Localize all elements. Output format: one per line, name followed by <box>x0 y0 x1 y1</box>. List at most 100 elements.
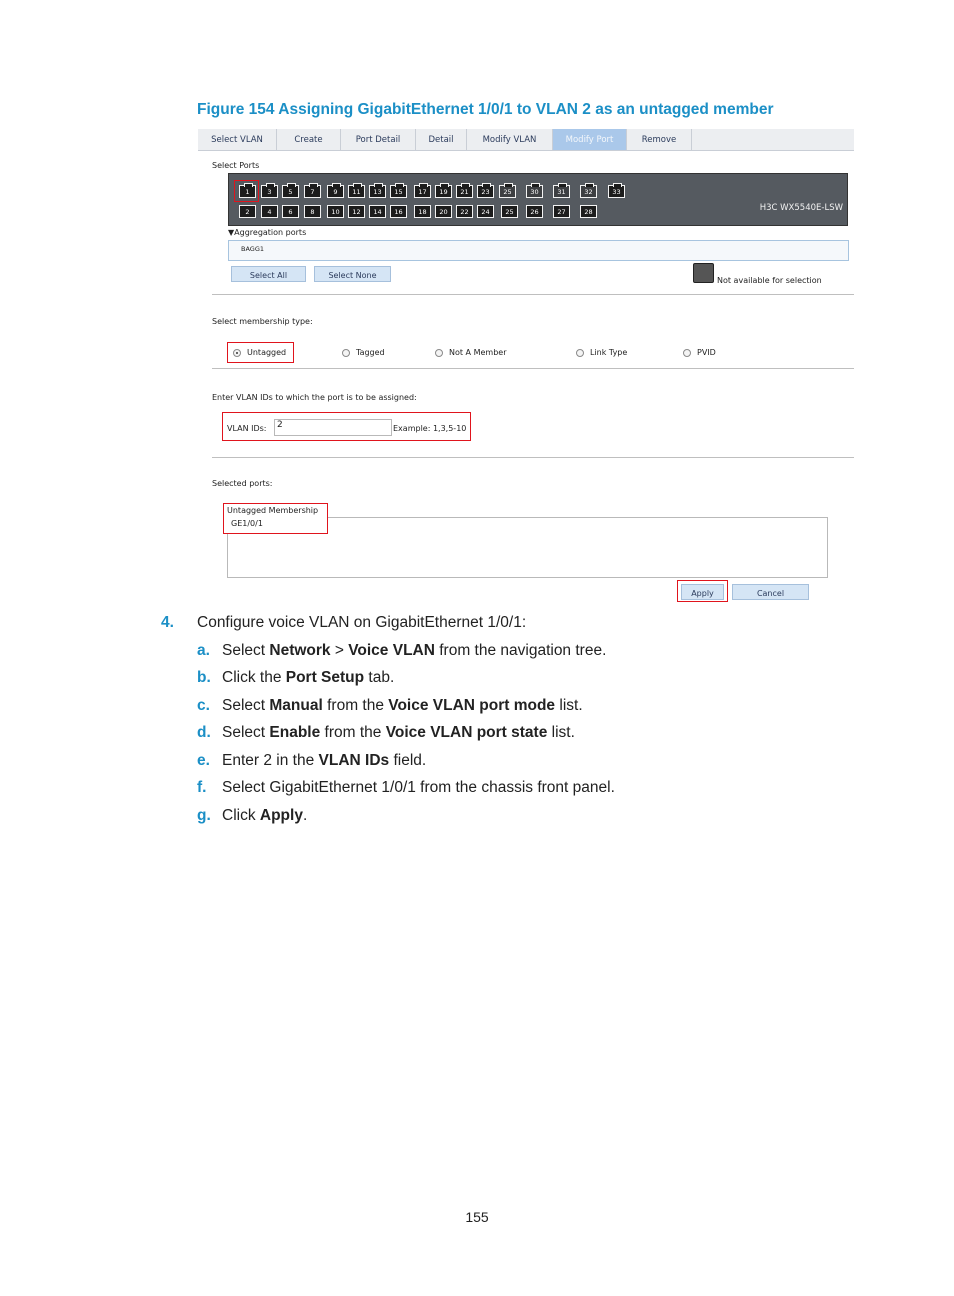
divider <box>212 457 854 458</box>
apply-button[interactable]: Apply <box>681 584 724 600</box>
substep-a: a. <box>197 642 210 660</box>
substep-letter: e. <box>197 752 210 769</box>
substep-letter: g. <box>197 807 211 824</box>
vlan-ids-input[interactable]: 2 <box>274 419 392 436</box>
untagged-port-item: GE1/0/1 <box>231 519 263 528</box>
step-4: 4. <box>161 614 174 632</box>
port-4-bottom[interactable]: 4 <box>261 205 278 218</box>
select-all-button[interactable]: Select All <box>231 266 306 282</box>
untagged-highlight <box>227 342 294 363</box>
port-17-top[interactable]: 17 <box>414 183 431 198</box>
port-14-bottom[interactable]: 14 <box>369 205 386 218</box>
select-ports-label: Select Ports <box>212 161 260 170</box>
radio-not-a-member-label: Not A Member <box>449 348 507 357</box>
port-13-top[interactable]: 13 <box>369 183 386 198</box>
port-31-top[interactable]: 31 <box>553 183 570 198</box>
aggregation-ports-toggle[interactable]: ▼Aggregation ports <box>228 228 306 237</box>
port-28-bottom[interactable]: 28 <box>580 205 597 218</box>
radio-link-type[interactable] <box>576 349 584 357</box>
substep-a-text: Select Network > Voice VLAN from the nav… <box>222 642 607 659</box>
port-32-top[interactable]: 32 <box>580 183 597 198</box>
substep-d-text: Select Enable from the Voice VLAN port s… <box>222 724 575 741</box>
port-8-bottom[interactable]: 8 <box>304 205 321 218</box>
substep-letter: c. <box>197 697 210 714</box>
tab-select-vlan[interactable]: Select VLAN <box>198 129 277 150</box>
substep-letter: f. <box>197 779 207 796</box>
port-2-bottom[interactable]: 2 <box>239 205 256 218</box>
port-5-top[interactable]: 5 <box>282 183 299 198</box>
tab-modify-port[interactable]: Modify Port <box>553 129 627 150</box>
port-6-bottom[interactable]: 6 <box>282 205 299 218</box>
selected-ports-label: Selected ports: <box>212 479 273 488</box>
port-19-top[interactable]: 19 <box>435 183 452 198</box>
substep-e-text: Enter 2 in the VLAN IDs field. <box>222 752 427 769</box>
device-model: H3C WX5540E-LSW <box>759 203 843 213</box>
substep-e: e. <box>197 752 210 770</box>
membership-type-label: Select membership type: <box>212 317 313 326</box>
untagged-membership-highlight: Untagged Membership GE1/0/1 <box>223 503 328 534</box>
port-20-bottom[interactable]: 20 <box>435 205 452 218</box>
port-1-highlight <box>234 180 259 202</box>
select-none-button[interactable]: Select None <box>314 266 391 282</box>
step-4-text: Configure voice VLAN on GigabitEthernet … <box>197 614 527 631</box>
substep-b: b. <box>197 669 211 687</box>
aggregation-item[interactable]: BAGG1 <box>241 245 264 253</box>
vlan-ids-label: VLAN IDs: <box>227 424 267 433</box>
port-15-top[interactable]: 15 <box>390 183 407 198</box>
radio-pvid-label: PVID <box>697 348 716 357</box>
aggregation-ports-box: BAGG1 <box>228 240 849 261</box>
divider <box>212 368 854 369</box>
port-18-bottom[interactable]: 18 <box>414 205 431 218</box>
substep-c-text: Select Manual from the Voice VLAN port m… <box>222 697 583 714</box>
untagged-membership-label: Untagged Membership <box>227 506 319 515</box>
tab-modify-vlan[interactable]: Modify VLAN <box>467 129 553 150</box>
radio-tagged-label: Tagged <box>356 348 385 357</box>
substep-letter: b. <box>197 669 211 686</box>
not-available-legend-swatch <box>693 263 714 283</box>
substep-f: f. <box>197 779 206 797</box>
tab-detail[interactable]: Detail <box>416 129 467 150</box>
tab-bar: Select VLAN Create Port Detail Detail Mo… <box>198 129 854 151</box>
tab-remove[interactable]: Remove <box>627 129 692 150</box>
port-30-top[interactable]: 30 <box>526 183 543 198</box>
tab-create[interactable]: Create <box>277 129 341 150</box>
port-22-bottom[interactable]: 22 <box>456 205 473 218</box>
port-3-top[interactable]: 3 <box>261 183 278 198</box>
substep-f-text: Select GigabitEthernet 1/0/1 from the ch… <box>222 779 615 796</box>
page-number: 155 <box>465 1209 489 1225</box>
port-25-top[interactable]: 25 <box>499 183 516 198</box>
port-25-bottom[interactable]: 25 <box>501 205 518 218</box>
port-23-top[interactable]: 23 <box>477 183 494 198</box>
radio-tagged[interactable] <box>342 349 350 357</box>
port-11-top[interactable]: 11 <box>348 183 365 198</box>
substep-d: d. <box>197 724 211 742</box>
vlan-ids-section-label: Enter VLAN IDs to which the port is to b… <box>212 393 417 402</box>
cancel-button[interactable]: Cancel <box>732 584 809 600</box>
substep-b-text: Click the Port Setup tab. <box>222 669 395 686</box>
figure-caption: Figure 154 Assigning GigabitEthernet 1/0… <box>197 101 774 118</box>
port-26-bottom[interactable]: 26 <box>526 205 543 218</box>
tab-port-detail[interactable]: Port Detail <box>341 129 416 150</box>
port-9-top[interactable]: 9 <box>327 183 344 198</box>
radio-link-type-label: Link Type <box>590 348 628 357</box>
chassis-front-panel: 1 3 5 7 9 11 13 15 17 19 21 23 25 30 31 32 33 2 4 6 8 10 12 14… <box>228 173 848 226</box>
port-12-bottom[interactable]: 12 <box>348 205 365 218</box>
step-number: 4. <box>161 614 174 631</box>
port-10-bottom[interactable]: 10 <box>327 205 344 218</box>
substep-g: g. <box>197 807 211 825</box>
substep-letter: d. <box>197 724 211 741</box>
port-7-top[interactable]: 7 <box>304 183 321 198</box>
not-available-label: Not available for selection <box>717 276 822 285</box>
radio-pvid[interactable] <box>683 349 691 357</box>
substep-letter: a. <box>197 642 210 659</box>
port-21-top[interactable]: 21 <box>456 183 473 198</box>
vlan-ids-example: Example: 1,3,5-10 <box>393 424 467 433</box>
web-ui-screenshot: Select VLAN Create Port Detail Detail Mo… <box>198 129 854 604</box>
port-33-top[interactable]: 33 <box>608 183 625 198</box>
divider <box>212 294 854 295</box>
port-24-bottom[interactable]: 24 <box>477 205 494 218</box>
port-27-bottom[interactable]: 27 <box>553 205 570 218</box>
port-16-bottom[interactable]: 16 <box>390 205 407 218</box>
substep-c: c. <box>197 697 210 715</box>
radio-not-a-member[interactable] <box>435 349 443 357</box>
